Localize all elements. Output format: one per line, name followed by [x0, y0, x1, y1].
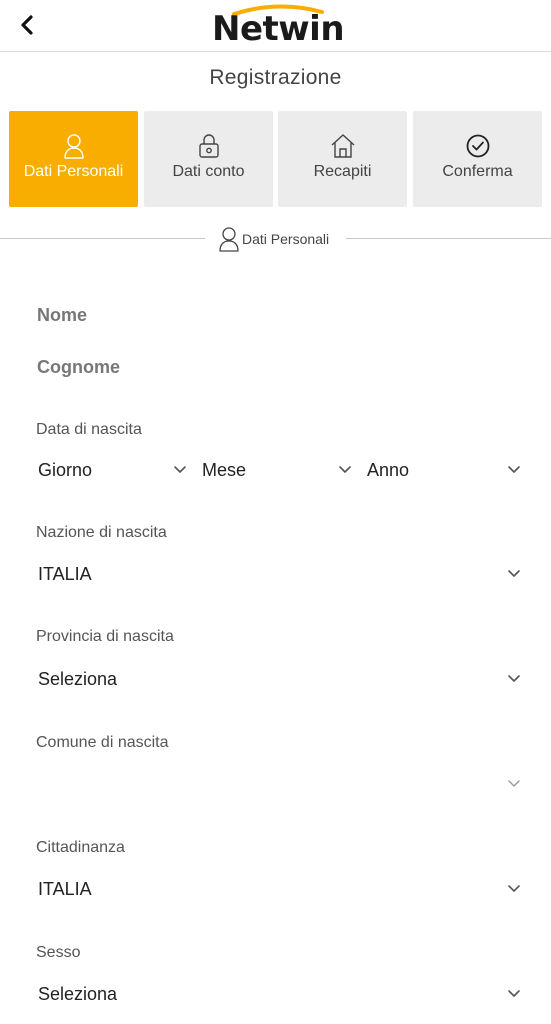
chevron-down-icon	[508, 570, 520, 577]
comune-select[interactable]	[36, 770, 525, 802]
step-conferma[interactable]: Conferma	[413, 111, 542, 207]
giorno-select[interactable]: Giorno	[36, 456, 192, 488]
cognome-input[interactable]: Cognome	[37, 357, 120, 378]
provincia-label: Provincia di nascita	[36, 628, 174, 645]
anno-value: Anno	[367, 460, 410, 480]
netwin-logo[interactable]: Netwin	[212, 2, 345, 49]
step-dati-personali[interactable]: Dati Personali	[9, 111, 138, 207]
provincia-select[interactable]: Seleziona	[36, 665, 525, 697]
provincia-value: Seleziona	[38, 669, 118, 689]
top-bar: Netwin	[0, 0, 551, 52]
chevron-left-icon	[21, 15, 33, 35]
data-nascita-label: Data di nascita	[36, 421, 142, 438]
chevron-down-icon	[508, 675, 520, 682]
step-label: Recapiti	[313, 163, 372, 180]
step-recapiti[interactable]: Recapiti	[278, 111, 407, 207]
giorno-value: Giorno	[38, 460, 93, 480]
section-title-text: Dati Personali	[242, 231, 330, 247]
sesso-value: Seleziona	[38, 984, 118, 1004]
chevron-down-icon	[508, 990, 520, 997]
nome-input[interactable]: Nome	[37, 305, 87, 326]
back-button[interactable]	[10, 8, 44, 42]
chevron-down-icon	[508, 885, 520, 892]
cittadinanza-label: Cittadinanza	[36, 839, 125, 856]
mese-select[interactable]: Mese	[200, 456, 357, 488]
page-title: Registrazione	[209, 66, 342, 89]
nazione-select[interactable]: ITALIA	[36, 560, 525, 592]
step-label: Conferma	[442, 163, 513, 180]
sesso-select[interactable]: Seleziona	[36, 980, 525, 1012]
nazione-value: ITALIA	[38, 564, 92, 584]
check-circle-icon	[466, 134, 489, 158]
chevron-down-icon	[508, 466, 520, 473]
chevron-down-icon	[174, 466, 186, 473]
home-icon	[331, 134, 354, 158]
section-title: Dati Personali	[218, 224, 329, 254]
divider-line	[346, 238, 551, 239]
user-icon	[63, 134, 84, 159]
step-label: Dati conto	[172, 163, 245, 180]
chevron-down-icon	[339, 466, 351, 473]
cittadinanza-value: ITALIA	[38, 879, 92, 899]
cittadinanza-select[interactable]: ITALIA	[36, 875, 525, 907]
logo-text: Netwin	[212, 9, 345, 49]
sesso-label: Sesso	[36, 944, 81, 961]
section-divider: Dati Personali	[0, 224, 551, 254]
lock-icon	[198, 134, 219, 158]
comune-label: Comune di nascita	[36, 734, 169, 751]
mese-value: Mese	[202, 460, 247, 480]
step-label: Dati Personali	[23, 163, 124, 180]
anno-select[interactable]: Anno	[365, 456, 525, 488]
user-icon	[219, 227, 239, 252]
step-dati-conto[interactable]: Dati conto	[144, 111, 273, 207]
nazione-label: Nazione di nascita	[36, 524, 167, 541]
registration-steps: Dati Personali Dati conto Recapiti Confe…	[9, 111, 542, 207]
divider-line	[0, 238, 205, 239]
chevron-down-icon	[508, 780, 520, 787]
